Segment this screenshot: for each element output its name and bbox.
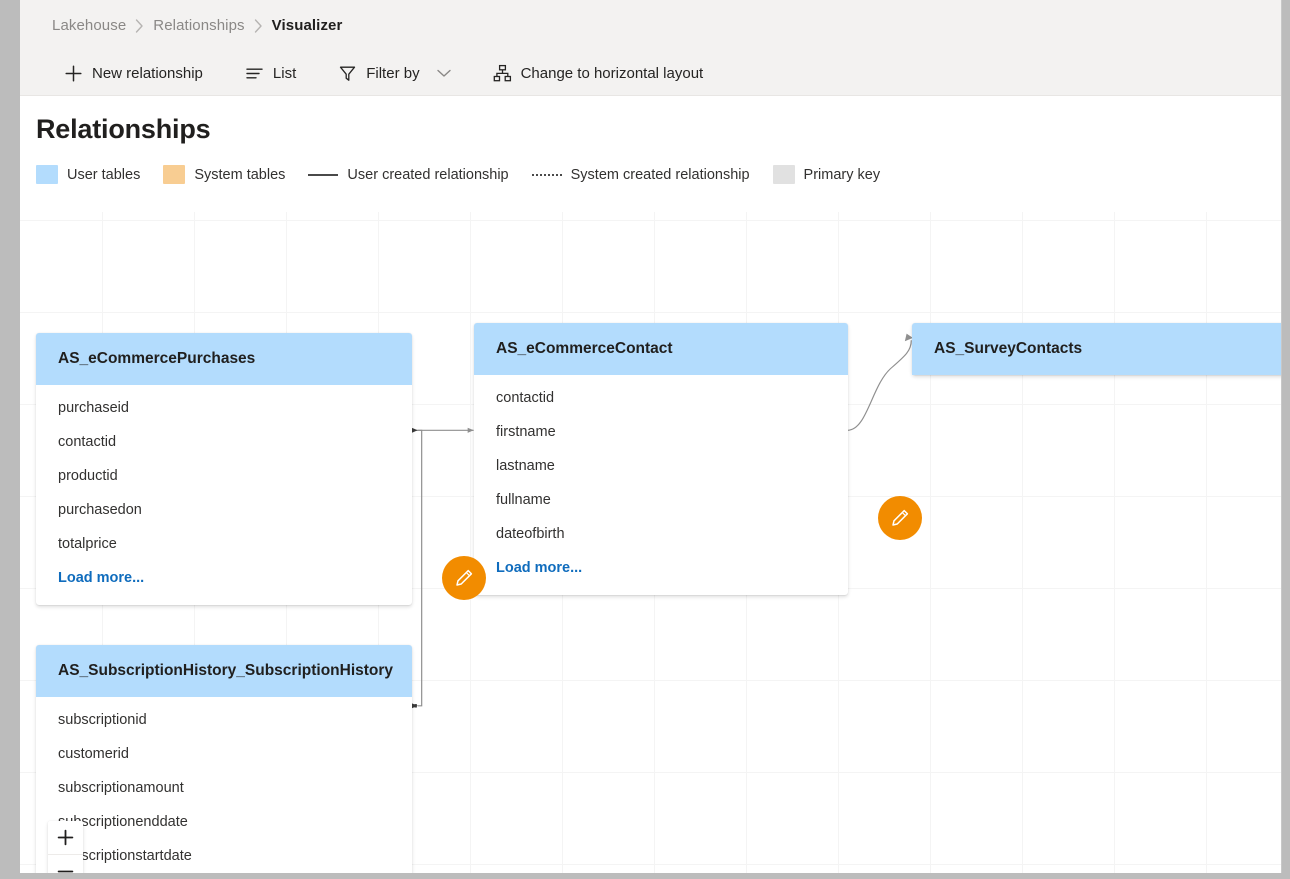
- breadcrumb: Lakehouse Relationships Visualizer: [20, 0, 1281, 52]
- table-name: AS_eCommerceContact: [496, 340, 673, 357]
- legend-swatch-primary-key: [772, 165, 795, 184]
- table-card-as-surveycontacts[interactable]: AS_SurveyContacts: [912, 323, 1281, 375]
- chevron-down-icon: [436, 69, 451, 78]
- plus-icon: [64, 64, 83, 83]
- filter-icon: [338, 64, 357, 83]
- table-field: purchaseid: [58, 400, 129, 416]
- page-body: Relationships User tables System tables …: [20, 96, 1281, 873]
- legend-item-system-created-relationship: System created relationship: [531, 165, 750, 184]
- table-card-fields: contactid firstname lastname fullname da…: [474, 375, 848, 595]
- edit-relationship-button-purchases-contact[interactable]: [442, 556, 486, 600]
- list-icon: [245, 64, 264, 83]
- legend-label-primary-key: Primary key: [803, 166, 881, 183]
- filter-by-label: Filter by: [366, 65, 420, 82]
- pencil-icon: [453, 567, 475, 589]
- table-card-header[interactable]: AS_eCommerceContact: [474, 323, 848, 375]
- table-field: firstname: [496, 424, 556, 440]
- zoom-in-button[interactable]: [48, 821, 83, 855]
- legend-item-user-created-relationship: User created relationship: [308, 165, 509, 184]
- table-field: subscriptionstartdate: [58, 848, 192, 864]
- table-name: AS_SurveyContacts: [934, 340, 1083, 357]
- load-more-link[interactable]: Load more...: [474, 551, 848, 585]
- chevron-right-icon: [135, 18, 144, 33]
- pencil-icon: [889, 507, 911, 529]
- table-field: lastname: [496, 458, 555, 474]
- legend-item-system-tables: System tables: [163, 165, 285, 184]
- table-field: productid: [58, 468, 118, 484]
- legend-line-dashed-icon: [531, 165, 562, 184]
- change-layout-label: Change to horizontal layout: [520, 65, 704, 82]
- hierarchy-icon: [493, 64, 512, 83]
- new-relationship-button[interactable]: New relationship: [64, 52, 207, 95]
- table-card-as-ecommercecontact[interactable]: AS_eCommerceContact contactid firstname …: [474, 323, 848, 595]
- legend-label-user-tables: User tables: [67, 166, 141, 183]
- table-card-header[interactable]: AS_eCommercePurchases: [36, 333, 412, 385]
- breadcrumb-item-visualizer: Visualizer: [271, 17, 343, 34]
- table-field: contactid: [58, 434, 117, 450]
- legend-label-user-created-relationship: User created relationship: [347, 166, 509, 183]
- table-card-header[interactable]: AS_SurveyContacts: [912, 323, 1281, 375]
- edit-relationship-button-contact-survey[interactable]: [878, 496, 922, 540]
- table-field: fullname: [496, 492, 551, 508]
- table-name: AS_eCommercePurchases: [58, 350, 256, 367]
- table-field: purchasedon: [58, 502, 142, 518]
- change-to-horizontal-layout-button[interactable]: Change to horizontal layout: [493, 52, 708, 95]
- zoom-out-button[interactable]: [48, 855, 83, 873]
- table-field: subscriptionenddate: [58, 814, 188, 830]
- table-card-fields: subscriptionid customerid subscriptionam…: [36, 697, 412, 873]
- table-field: subscriptionamount: [58, 780, 184, 796]
- command-bar: New relationship List Filter by Change t…: [20, 52, 1281, 96]
- canvas-zoom-controls: [48, 821, 83, 873]
- relationships-visualizer-app: Lakehouse Relationships Visualizer New r…: [20, 0, 1282, 873]
- legend-item-user-tables: User tables: [36, 165, 140, 184]
- list-button[interactable]: List: [245, 52, 300, 95]
- legend-item-primary-key: Primary key: [772, 165, 881, 184]
- filter-by-button[interactable]: Filter by: [338, 52, 454, 95]
- plus-icon: [56, 828, 75, 847]
- minus-icon: [56, 862, 75, 873]
- table-card-fields: purchaseid contactid productid purchased…: [36, 385, 412, 605]
- legend-label-system-tables: System tables: [194, 166, 286, 183]
- table-field: customerid: [58, 746, 129, 762]
- table-field: contactid: [496, 390, 555, 406]
- new-relationship-label: New relationship: [92, 65, 203, 82]
- breadcrumb-item-relationships[interactable]: Relationships: [153, 17, 244, 34]
- legend: User tables System tables User created r…: [36, 165, 880, 184]
- legend-swatch-system-tables: [163, 165, 186, 184]
- chevron-right-icon-2: [254, 18, 263, 33]
- legend-swatch-user-tables: [36, 165, 58, 184]
- table-name: AS_SubscriptionHistory_SubscriptionHisto…: [58, 662, 394, 679]
- breadcrumb-item-lakehouse[interactable]: Lakehouse: [52, 17, 126, 34]
- table-field: dateofbirth: [496, 526, 565, 542]
- legend-line-solid-icon: [308, 165, 339, 184]
- load-more-link[interactable]: Load more...: [36, 561, 412, 595]
- relationship-canvas[interactable]: AS_eCommercePurchases purchaseid contact…: [20, 212, 1281, 873]
- table-card-header[interactable]: AS_SubscriptionHistory_SubscriptionHisto…: [36, 645, 412, 697]
- table-card-as-subscriptionhistory[interactable]: AS_SubscriptionHistory_SubscriptionHisto…: [36, 645, 412, 873]
- page-title: Relationships: [36, 114, 211, 144]
- table-field: subscriptionid: [58, 712, 147, 728]
- table-card-as-ecommercepurchases[interactable]: AS_eCommercePurchases purchaseid contact…: [36, 333, 412, 605]
- table-field: totalprice: [58, 536, 117, 552]
- legend-label-system-created-relationship: System created relationship: [570, 166, 750, 183]
- list-label: List: [272, 65, 297, 82]
